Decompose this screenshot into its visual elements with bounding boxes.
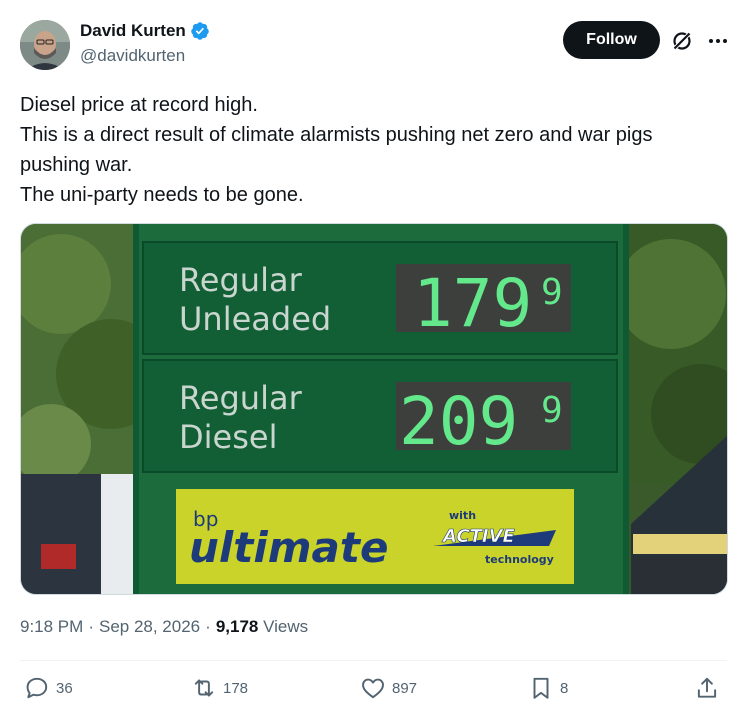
verified-badge-icon[interactable] [190,21,210,41]
author-block: David Kurten @davidkurten [80,21,210,66]
action-bar: 36 178 897 8 [20,675,727,709]
tweet-line: This is a direct result of climate alarm… [20,124,653,146]
more-options-icon[interactable] [706,29,730,53]
sign-row2-label-2: Diesel [179,418,277,456]
views-count: 9,178 [215,617,259,636]
reply-button[interactable]: 36 [24,675,73,701]
bookmark-icon [533,677,549,699]
grok-icon[interactable] [670,29,694,53]
tweet-line: pushing war. [20,154,133,176]
reply-icon [26,677,48,699]
tweet-text: Diesel price at record high. This is a d… [20,90,725,210]
author-display-name[interactable]: David Kurten [80,21,186,41]
sign-badge-with: with [449,509,476,522]
repost-button[interactable]: 178 [191,675,248,701]
tweet-photo[interactable]: Regular Unleaded 179 9 Regular Diesel 20… [20,223,728,595]
repost-count: 178 [223,679,249,697]
sign-row2-price: 209 [399,383,518,460]
like-button[interactable]: 897 [360,675,417,701]
sign-row1-label-1: Regular [179,261,303,299]
tweet-date[interactable]: Sep 28, 2026 [99,617,200,637]
divider [20,660,727,661]
author-handle[interactable]: @davidkurten [80,46,210,66]
views-label: Views [263,617,309,636]
like-heart-icon [362,678,384,699]
share-button[interactable] [694,675,720,701]
sign-row1-decimal: 9 [541,272,563,313]
tweet-header: David Kurten @davidkurten Follow [20,18,730,72]
repost-icon [194,679,214,697]
sign-badge-technology: technology [485,553,554,566]
sign-row1-price: 179 [413,265,532,342]
share-icon [697,677,717,698]
tweet-line: The uni-party needs to be gone. [20,184,304,206]
fuel-price-sign-photo: Regular Unleaded 179 9 Regular Diesel 20… [21,224,727,594]
avatar-image [20,20,70,70]
bookmark-count: 8 [560,679,569,697]
avatar[interactable] [20,20,70,70]
like-count: 897 [392,679,418,697]
tweet-meta: 9:18 PM · Sep 28, 2026 · 9,178 Views [20,617,308,637]
sign-row2-decimal: 9 [541,390,563,431]
sign-badge-active: ACTIVE [441,526,515,547]
tweet-time[interactable]: 9:18 PM [20,617,83,637]
sign-product: ultimate [189,523,388,572]
follow-button[interactable]: Follow [563,21,660,59]
bookmark-button[interactable]: 8 [528,675,568,701]
meta-separator: · [205,617,211,636]
tweet-line: Diesel price at record high. [20,94,258,116]
sign-row1-label-2: Unleaded [179,300,331,338]
meta-separator: · [88,617,94,636]
reply-count: 36 [56,679,73,697]
sign-row2-label-1: Regular [179,379,303,417]
